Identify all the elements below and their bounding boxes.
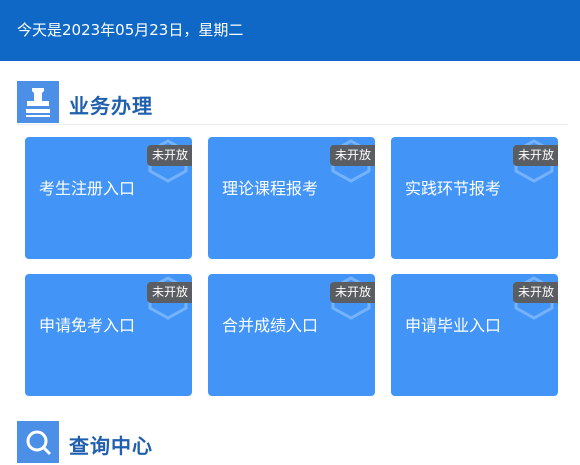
card-label: 实践环节报考 — [405, 179, 502, 198]
top-bar: 今天是2023年05月23日，星期二 — [0, 0, 580, 61]
status-badge: 未开放 — [329, 145, 375, 166]
section-divider — [17, 124, 568, 125]
status-badge: 未开放 — [146, 145, 192, 166]
card-label: 理论课程报考 — [222, 179, 319, 198]
section-header-business: 业务办理 — [17, 81, 568, 125]
stamp-icon — [17, 81, 59, 123]
card-label: 考生注册入口 — [39, 179, 136, 198]
card-student-register[interactable]: 未开放 考生注册入口 — [25, 137, 192, 259]
section-title: 查询中心 — [69, 434, 153, 458]
card-practice-apply[interactable]: 未开放 实践环节报考 — [391, 137, 558, 259]
status-badge: 未开放 — [329, 282, 375, 303]
search-icon — [17, 421, 59, 463]
card-graduation-apply[interactable]: 未开放 申请毕业入口 — [391, 274, 558, 396]
card-label: 合并成绩入口 — [222, 316, 319, 335]
card-theory-course-apply[interactable]: 未开放 理论课程报考 — [208, 137, 375, 259]
status-badge: 未开放 — [146, 282, 192, 303]
status-badge: 未开放 — [512, 145, 558, 166]
section-header-query: 查询中心 — [17, 421, 568, 465]
card-label: 申请毕业入口 — [405, 316, 502, 335]
card-label: 申请免考入口 — [39, 316, 136, 335]
section-title: 业务办理 — [69, 94, 153, 118]
card-merge-scores[interactable]: 未开放 合并成绩入口 — [208, 274, 375, 396]
date-text: 今天是2023年05月23日，星期二 — [17, 21, 244, 39]
card-exemption-apply[interactable]: 未开放 申请免考入口 — [25, 274, 192, 396]
status-badge: 未开放 — [512, 282, 558, 303]
